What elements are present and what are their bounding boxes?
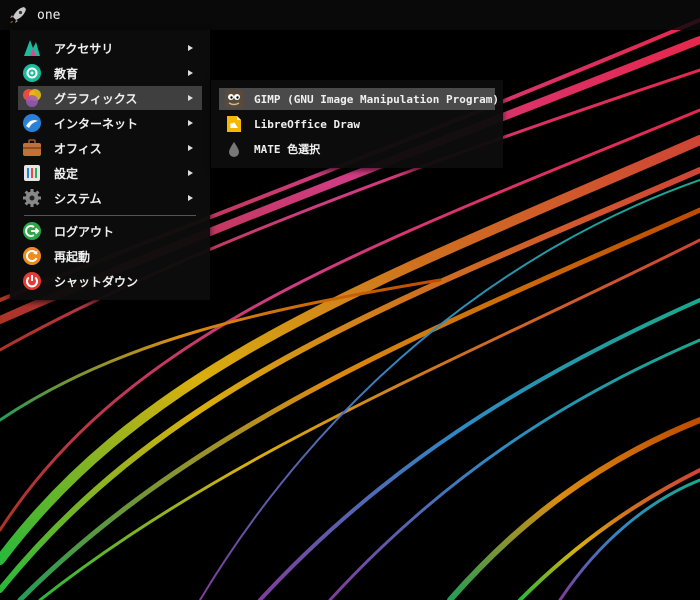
color-picker-icon — [229, 142, 239, 157]
gimp-icon — [225, 90, 243, 108]
menu-item-system[interactable]: システム — [18, 186, 202, 210]
menu-item-logout[interactable]: ログアウト — [18, 219, 202, 243]
restart-icon — [23, 247, 41, 265]
graphics-submenu: GIMP (GNU Image Manipulation Program) Li… — [211, 80, 503, 168]
education-icon — [23, 64, 41, 82]
submenu-arrow-icon — [188, 70, 193, 76]
top-panel: one — [0, 0, 700, 30]
submenu-arrow-icon — [188, 170, 193, 176]
menu-item-education[interactable]: 教育 — [18, 61, 202, 85]
menu-item-accessories[interactable]: アクセサリ — [18, 36, 202, 60]
menu-separator — [24, 215, 196, 216]
menu-item-settings[interactable]: 設定 — [18, 161, 202, 185]
graphics-icon — [23, 89, 41, 107]
submenu-item-color-picker[interactable]: MATE 色選択 — [219, 138, 495, 160]
menu-launcher-button[interactable]: one — [4, 3, 64, 27]
launcher-label: one — [37, 7, 61, 23]
submenu-arrow-icon — [188, 95, 193, 101]
submenu-arrow-icon — [188, 145, 193, 151]
libreoffice-draw-icon — [227, 116, 241, 132]
rocket-icon — [10, 7, 26, 23]
menu-item-shutdown[interactable]: シャットダウン — [18, 269, 202, 293]
submenu-item-gimp[interactable]: GIMP (GNU Image Manipulation Program) — [219, 88, 499, 110]
submenu-arrow-icon — [188, 45, 193, 51]
applications-menu: アクセサリ 教育 グラフィックス インターネット オフィス 設定 システム ログ… — [10, 30, 210, 300]
menu-item-office[interactable]: オフィス — [18, 136, 202, 160]
settings-icon — [24, 165, 40, 181]
shutdown-icon — [23, 272, 41, 290]
menu-item-internet[interactable]: インターネット — [18, 111, 202, 135]
internet-icon — [23, 114, 41, 132]
gear-icon — [23, 189, 41, 207]
submenu-arrow-icon — [188, 120, 193, 126]
logout-icon — [23, 222, 41, 240]
office-icon — [23, 139, 41, 156]
menu-item-restart[interactable]: 再起動 — [18, 244, 202, 268]
submenu-arrow-icon — [188, 195, 193, 201]
submenu-item-libreoffice-draw[interactable]: LibreOffice Draw — [219, 113, 495, 135]
menu-item-graphics[interactable]: グラフィックス — [18, 86, 202, 110]
accessories-icon — [24, 40, 40, 56]
